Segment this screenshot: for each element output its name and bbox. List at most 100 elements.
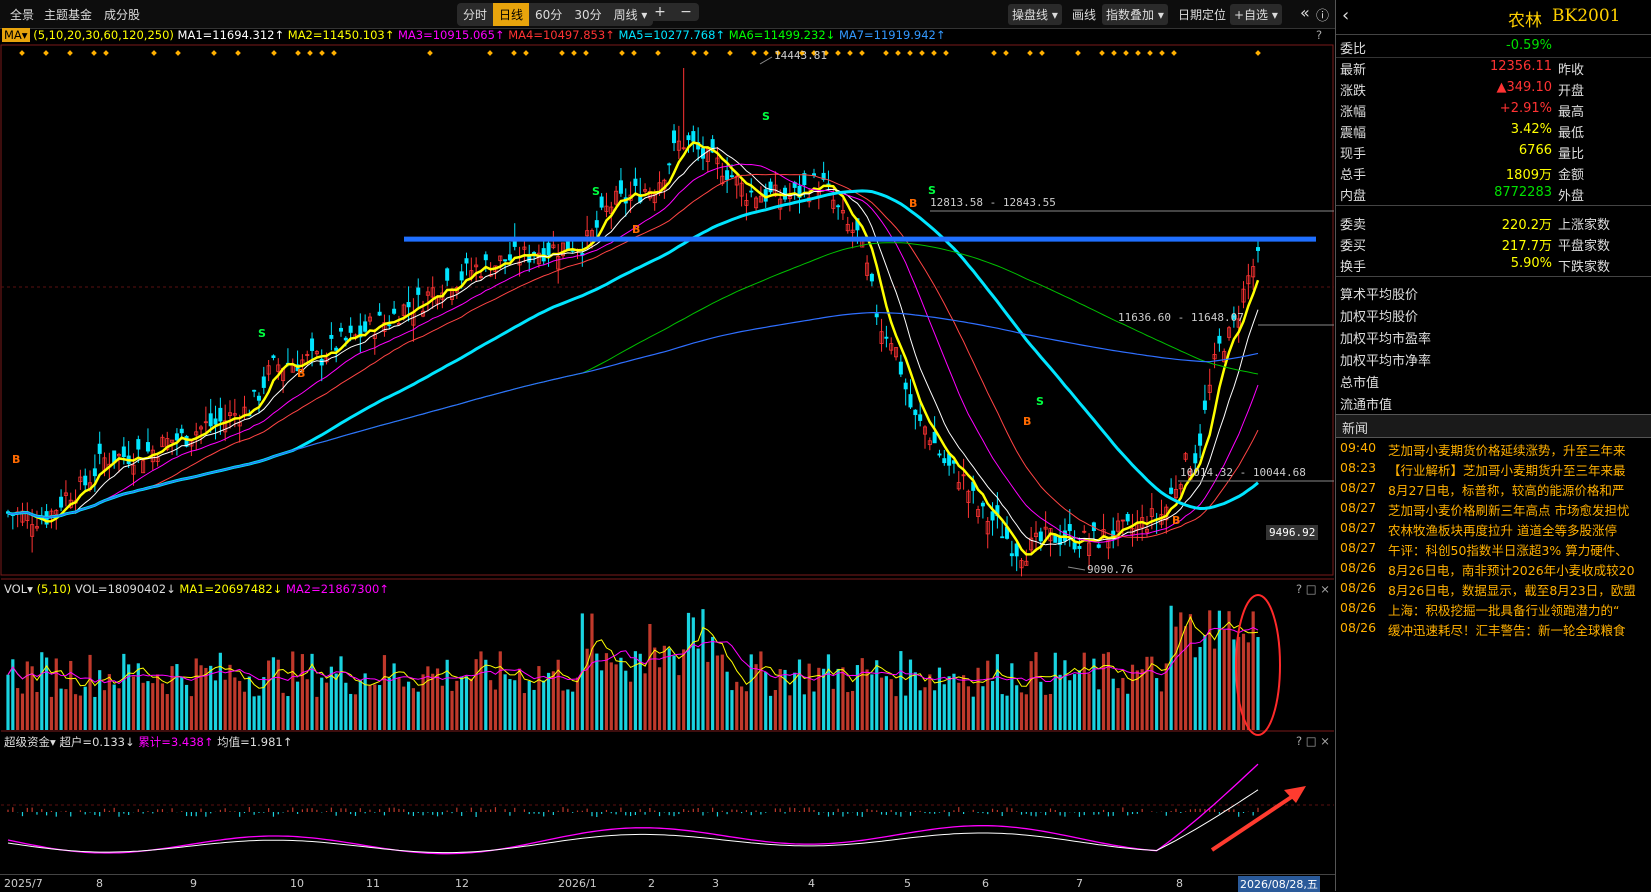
tab-theme-fund[interactable]: 主题基金 bbox=[44, 6, 92, 23]
candle bbox=[807, 197, 812, 203]
signal-diamond bbox=[1099, 50, 1105, 56]
quote-header: ‹ 农林 BK2001 bbox=[1336, 0, 1651, 35]
ma-line-5 bbox=[7, 141, 1260, 556]
period-60min[interactable]: 60分 bbox=[529, 3, 568, 26]
index-overlay-dropdown[interactable]: 指数叠加 ▾ bbox=[1102, 4, 1168, 25]
news-item[interactable]: 08/27 农林牧渔板块再度拉升 道道全等多股涨停 bbox=[1336, 518, 1651, 538]
quote-value: 5.90% bbox=[1510, 256, 1552, 271]
volume-bar bbox=[295, 681, 300, 730]
volume-bar bbox=[585, 648, 589, 730]
candle bbox=[512, 238, 517, 247]
signal-diamond bbox=[859, 50, 865, 56]
news-item[interactable]: 08/26 8月26日电，数据显示，截至8月23日，欧盟 bbox=[1336, 578, 1651, 598]
candle bbox=[112, 450, 117, 464]
add-watchlist-dropdown[interactable]: +自选 ▾ bbox=[1230, 4, 1282, 25]
trend-arrowhead bbox=[1284, 786, 1306, 803]
volume-bar bbox=[315, 696, 319, 730]
candle bbox=[281, 367, 286, 382]
volume-bar bbox=[223, 679, 227, 730]
volume-bar bbox=[759, 651, 763, 730]
vol-indicator-button[interactable]: VOL▾ bbox=[4, 582, 33, 596]
news-item[interactable]: 08/26 上海：积极挖掘一批具备行业领跑潜力的“ bbox=[1336, 598, 1651, 618]
candle bbox=[363, 321, 368, 332]
volume-bar bbox=[238, 680, 242, 730]
volume-bar bbox=[464, 676, 469, 730]
candle bbox=[252, 389, 257, 392]
volume-bar bbox=[773, 690, 777, 730]
volume-bar bbox=[1232, 639, 1236, 730]
period-intraday[interactable]: 分时 bbox=[457, 3, 493, 26]
news-item[interactable]: 08/26 8月26日电，南非预计2026年小麦收成较20 bbox=[1336, 558, 1651, 578]
volume-bar bbox=[73, 694, 78, 730]
back-icon[interactable]: ‹ bbox=[1342, 5, 1349, 26]
volume-bar bbox=[686, 612, 691, 730]
candle bbox=[469, 270, 474, 278]
news-item[interactable]: 08/27 芝加哥小麦价格刷新三年高点 市场愈发担忧 bbox=[1336, 498, 1651, 518]
fund-indicator-button[interactable]: 超级资金▾ bbox=[4, 735, 56, 749]
candle bbox=[450, 289, 455, 300]
signal-diamond bbox=[943, 50, 949, 56]
tab-constituents[interactable]: 成分股 bbox=[104, 6, 140, 23]
help-icon[interactable]: ⓘ bbox=[1312, 3, 1333, 26]
volume-bar bbox=[580, 613, 584, 730]
signal-diamond bbox=[1159, 50, 1165, 56]
volume-bar bbox=[54, 658, 58, 730]
volume-bar bbox=[841, 667, 845, 730]
volume-bar bbox=[88, 654, 92, 730]
candle bbox=[1029, 537, 1034, 551]
candle bbox=[117, 453, 122, 457]
x-tick: 8 bbox=[96, 877, 103, 890]
draw-line-button[interactable]: 画线 bbox=[1068, 4, 1100, 25]
candle bbox=[797, 185, 802, 198]
signal-diamond bbox=[1027, 50, 1033, 56]
news-time: 08/26 bbox=[1340, 620, 1377, 635]
stat-label: 总市值 bbox=[1340, 376, 1380, 391]
news-headline: 上海：积极挖掘一批具备行业领跑潜力的“ bbox=[1388, 603, 1620, 618]
candle bbox=[256, 395, 261, 401]
news-item[interactable]: 08/27 午评：科创50指数半日涨超3% 算力硬件、 bbox=[1336, 538, 1651, 558]
stat-label: 流通市值 bbox=[1340, 398, 1393, 413]
trading-line-dropdown[interactable]: 操盘线 ▾ bbox=[1008, 4, 1062, 25]
volume-bar bbox=[947, 676, 951, 730]
period-30min[interactable]: 30分 bbox=[568, 3, 607, 26]
news-item[interactable]: 08/26 缓冲迅速耗尽！汇丰警告：新一轮全球粮食 bbox=[1336, 618, 1651, 638]
volume-bar bbox=[160, 683, 165, 730]
candle bbox=[1256, 247, 1261, 251]
high-price-label: 14443.81 bbox=[774, 49, 827, 62]
signal-diamond bbox=[211, 50, 217, 56]
zoom-out-button[interactable]: − bbox=[673, 3, 699, 21]
news-header[interactable]: 新闻 bbox=[1336, 414, 1651, 438]
candle bbox=[1246, 275, 1251, 285]
volume-bar bbox=[344, 682, 348, 730]
volume-bar bbox=[1159, 691, 1164, 730]
candle bbox=[1019, 560, 1024, 569]
x-tick: 6 bbox=[982, 877, 989, 890]
fund-panel-controls[interactable]: ? □ × bbox=[1296, 734, 1330, 748]
volume-bar bbox=[431, 673, 435, 730]
panel-settings-icon[interactable]: ? bbox=[1316, 28, 1322, 42]
candle bbox=[729, 175, 734, 178]
volume-bar bbox=[1227, 611, 1231, 730]
signal-diamond bbox=[295, 50, 301, 56]
candle bbox=[145, 442, 150, 452]
candle bbox=[498, 255, 503, 262]
news-item[interactable]: 09:40 芝加哥小麦期货价格延续涨势，升至三年来 bbox=[1336, 438, 1651, 458]
date-locate-button[interactable]: 日期定位 bbox=[1174, 4, 1230, 25]
candle bbox=[34, 526, 39, 529]
candle bbox=[932, 431, 937, 444]
x-tick: 10 bbox=[290, 877, 304, 890]
volume-bar bbox=[677, 675, 681, 730]
zoom-in-button[interactable]: + bbox=[647, 3, 673, 21]
ma-indicator-button[interactable]: MA▾ bbox=[2, 28, 30, 42]
period-daily[interactable]: 日线 bbox=[493, 3, 530, 26]
signal-diamond bbox=[571, 50, 577, 56]
volume-bar bbox=[450, 690, 454, 730]
vol-panel-controls[interactable]: ? □ × bbox=[1296, 582, 1330, 596]
candle bbox=[585, 230, 590, 237]
volume-bar bbox=[1164, 663, 1168, 730]
volume-bar bbox=[715, 655, 720, 730]
news-item[interactable]: 08:23 【行业解析】芝加哥小麦期货升至三年来最 bbox=[1336, 458, 1651, 478]
quote-label: 委买 bbox=[1340, 239, 1367, 254]
tab-overview[interactable]: 全景 bbox=[10, 6, 34, 23]
news-item[interactable]: 08/27 8月27日电，标普称，较高的能源价格和严 bbox=[1336, 478, 1651, 498]
